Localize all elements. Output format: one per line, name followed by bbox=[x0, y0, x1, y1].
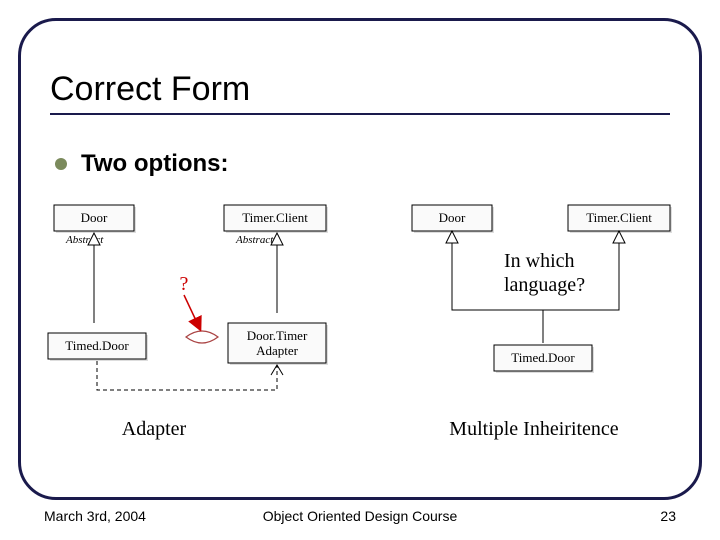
left-timeddoor-label: Timed.Door bbox=[65, 338, 129, 353]
svg-text:Door.Timer: Door.Timer bbox=[247, 328, 308, 343]
diagram-svg: Door Abstract Timer.Client Abstract Time… bbox=[34, 195, 686, 445]
question-mark: ? bbox=[180, 273, 189, 295]
svg-text:Adapter: Adapter bbox=[256, 343, 299, 358]
lens-icon bbox=[186, 331, 218, 343]
right-caption: Multiple Inheiritence bbox=[449, 418, 619, 440]
bullet-text: Two options: bbox=[81, 150, 229, 178]
left-dependency bbox=[97, 361, 283, 390]
slide: Correct Form Two options: Door Abstract bbox=[0, 0, 720, 540]
right-timeddoor-box: Timed.Door bbox=[494, 345, 594, 373]
right-timerclient-box: Timer.Client bbox=[568, 205, 672, 233]
left-timeddoor-box: Timed.Door bbox=[48, 333, 148, 361]
left-timerclient-stereo: Abstract bbox=[235, 234, 274, 246]
title-underline bbox=[50, 113, 670, 115]
right-timeddoor-label: Timed.Door bbox=[511, 350, 575, 365]
footer: March 3rd, 2004 Object Oriented Design C… bbox=[0, 508, 720, 532]
left-caption: Adapter bbox=[122, 418, 187, 440]
bullet-row: Two options: bbox=[55, 150, 229, 178]
question-arrow bbox=[184, 295, 200, 329]
left-door-label: Door bbox=[81, 210, 108, 225]
left-adapter-box: Door.Timer Adapter bbox=[228, 323, 328, 365]
title-block: Correct Form bbox=[50, 70, 670, 115]
right-timerclient-label: Timer.Client bbox=[586, 210, 652, 225]
footer-course: Object Oriented Design Course bbox=[0, 508, 720, 524]
overlay-line2: language? bbox=[504, 274, 585, 296]
left-timerclient-label: Timer.Client bbox=[242, 210, 308, 225]
overlay-line1: In which bbox=[504, 250, 575, 272]
right-door-box: Door bbox=[412, 205, 494, 233]
right-door-label: Door bbox=[439, 210, 466, 225]
slide-title: Correct Form bbox=[50, 70, 670, 109]
bullet-icon bbox=[55, 158, 67, 170]
footer-page: 23 bbox=[660, 508, 676, 524]
